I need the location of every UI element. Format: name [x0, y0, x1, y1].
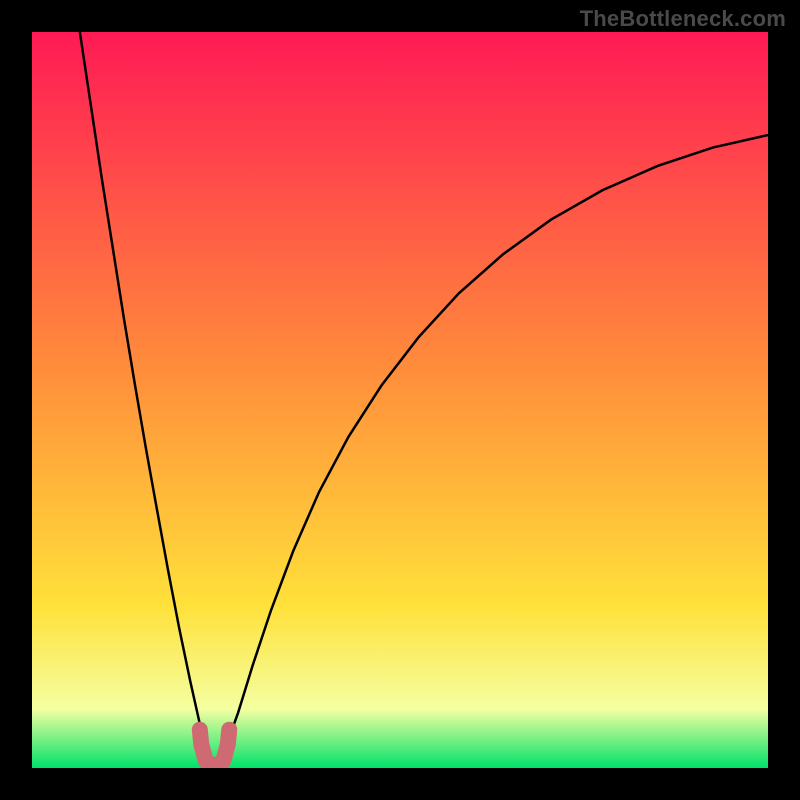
- watermark-text: TheBottleneck.com: [580, 6, 786, 32]
- plot-frame: [32, 32, 768, 768]
- gradient-background: [32, 32, 768, 768]
- plot-svg: [32, 32, 768, 768]
- chart-container: TheBottleneck.com: [0, 0, 800, 800]
